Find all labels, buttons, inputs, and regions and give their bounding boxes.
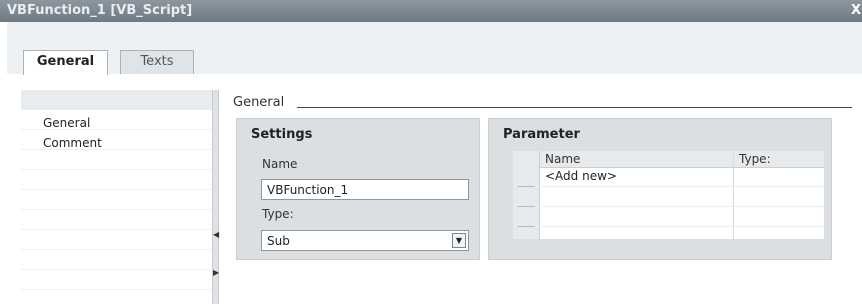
column-header-type: Type: xyxy=(739,152,771,166)
type-select[interactable]: Sub ▼ xyxy=(261,230,469,251)
column-header-name: Name xyxy=(545,152,581,166)
chevron-left-icon[interactable]: ◀ xyxy=(213,230,219,240)
row-marker xyxy=(517,186,535,187)
row-marker xyxy=(517,206,535,207)
nav-item-general[interactable]: General xyxy=(43,116,90,130)
row-divider xyxy=(513,186,824,187)
parameter-group: Parameter Name Type: <Add new> xyxy=(488,118,832,260)
window-title: VBFunction_1 [VB_Script] xyxy=(7,3,193,18)
tab-texts[interactable]: Texts xyxy=(120,50,194,74)
parameter-table: Name Type: <Add new> xyxy=(513,151,824,239)
tab-strip: General Texts xyxy=(7,22,862,75)
type-label: Type: xyxy=(262,207,294,221)
settings-group: Settings Name Type: Sub ▼ xyxy=(236,118,480,260)
row-marker xyxy=(517,226,535,227)
row-divider xyxy=(513,226,824,227)
type-select-value: Sub xyxy=(267,234,290,248)
pane-splitter[interactable]: ◀ ▶ xyxy=(212,90,219,304)
nav-header xyxy=(21,90,212,110)
row-divider xyxy=(513,206,824,207)
name-input[interactable] xyxy=(261,179,469,200)
tab-general[interactable]: General xyxy=(23,50,108,75)
add-new-parameter[interactable]: <Add new> xyxy=(545,169,617,183)
chevron-right-icon[interactable]: ▶ xyxy=(213,268,219,278)
dropdown-arrow-icon[interactable]: ▼ xyxy=(452,233,466,248)
left-navigation: General Comment xyxy=(21,90,212,304)
section-divider xyxy=(297,107,852,108)
section-title: General xyxy=(233,95,285,110)
name-label: Name xyxy=(262,157,298,171)
window-titlebar: VBFunction_1 [VB_Script] X xyxy=(0,0,862,22)
settings-title: Settings xyxy=(251,127,313,142)
close-icon[interactable]: X xyxy=(850,0,862,22)
parameter-title: Parameter xyxy=(503,127,580,142)
nav-item-comment[interactable]: Comment xyxy=(43,136,102,150)
main-pane: General Settings Name Type: Sub ▼ Parame… xyxy=(220,90,862,304)
